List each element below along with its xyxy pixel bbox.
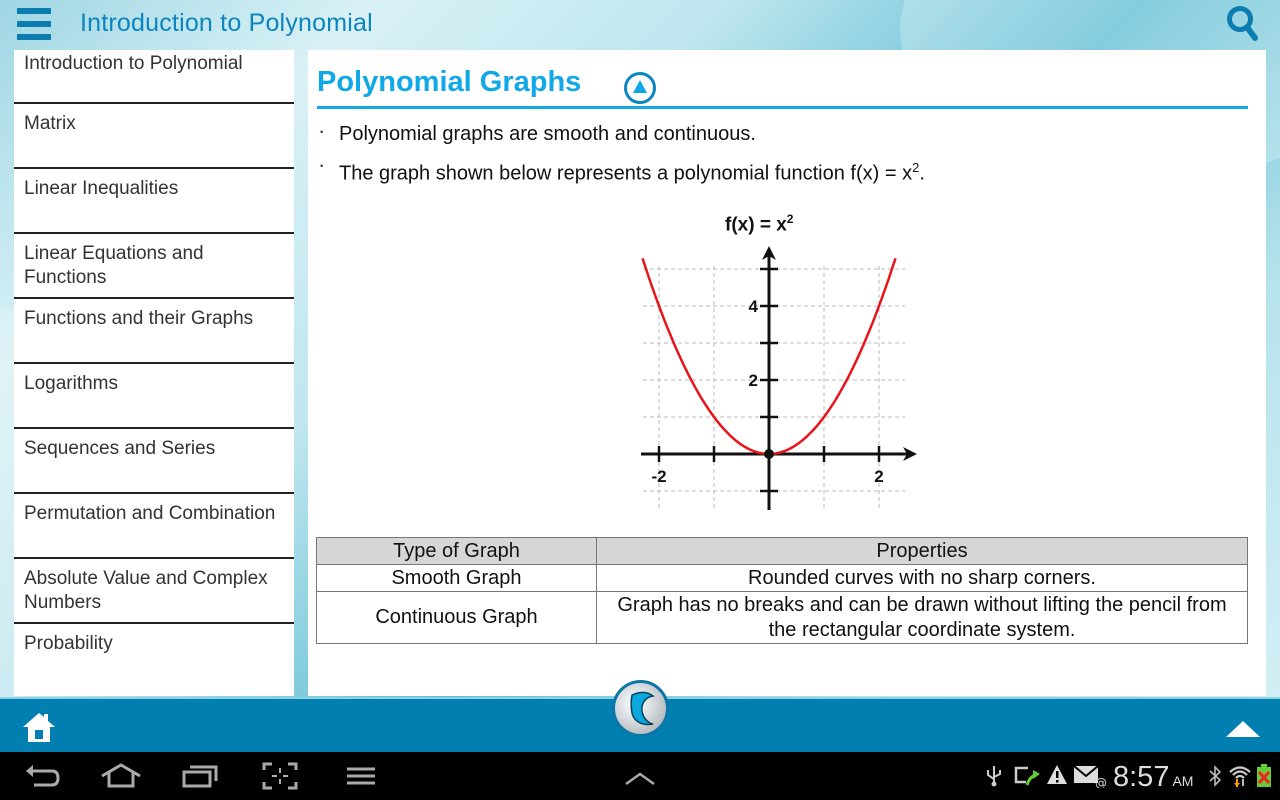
page-title: Introduction to Polynomial [80, 9, 373, 37]
home-icon[interactable] [21, 711, 57, 743]
table-cell-properties: Rounded curves with no sharp corners. [596, 564, 1248, 592]
expand-up-icon[interactable] [622, 762, 662, 792]
clock: 8:57 AM [1113, 761, 1193, 794]
x-tick-label: -2 [651, 467, 666, 486]
wifi-icon [1228, 764, 1252, 793]
warning-icon [1046, 764, 1068, 791]
polynomial-graph: f(x) = x2 -2 2 2 4 [633, 210, 933, 520]
table-row: Smooth Graph Rounded curves with no shar… [316, 564, 1248, 592]
sidebar-item-matrix[interactable]: Matrix [14, 104, 294, 169]
email-icon: @ [1073, 764, 1107, 793]
app-logo-icon[interactable] [612, 680, 669, 737]
sidebar-item-probability[interactable]: Probability [14, 624, 294, 689]
sync-icon [1014, 764, 1040, 793]
bottom-app-bar [0, 680, 1280, 752]
table-header-properties: Properties [596, 537, 1248, 565]
table-header-type: Type of Graph [316, 537, 597, 565]
battery-icon [1256, 764, 1272, 793]
bullet-tail: . [919, 162, 925, 185]
clock-ampm: AM [1172, 773, 1194, 789]
graph-title: f(x) = x2 [725, 212, 793, 236]
collapse-up-icon[interactable] [624, 72, 656, 104]
table-cell-type: Continuous Graph [316, 591, 597, 644]
recent-apps-icon[interactable] [182, 762, 222, 792]
title-divider [317, 106, 1248, 109]
usb-icon [985, 764, 1003, 793]
sidebar-item-functions-and-their-graphs[interactable]: Functions and their Graphs [14, 299, 294, 364]
clock-time: 8:57 [1113, 761, 1170, 793]
content-panel: Polynomial Graphs Polynomial graphs are … [308, 50, 1266, 696]
table-cell-type: Smooth Graph [316, 564, 597, 592]
sidebar-item-introduction-to-polynomial[interactable]: Introduction to Polynomial [14, 50, 294, 104]
app-header: Introduction to Polynomial [0, 0, 1280, 50]
bluetooth-icon [1208, 764, 1222, 793]
screenshot-icon[interactable] [262, 762, 302, 792]
section-title: Polynomial Graphs [317, 66, 582, 98]
graph-title-superscript: 2 [786, 212, 794, 226]
table-row: Continuous Graph Graph has no breaks and… [316, 591, 1248, 644]
sidebar-item-linear-inequalities[interactable]: Linear Inequalities [14, 169, 294, 234]
y-tick-label: 2 [749, 371, 758, 390]
y-tick-label: 4 [749, 297, 759, 316]
sidebar-topic-list: Introduction to Polynomial Matrix Linear… [14, 50, 294, 696]
bullet-text: The graph shown below represents a polyn… [339, 162, 913, 185]
bullet-text: Polynomial graphs are smooth and continu… [339, 123, 756, 145]
scroll-up-triangle-icon[interactable] [1226, 721, 1260, 737]
back-icon[interactable] [22, 762, 62, 792]
properties-table: Type of Graph Properties Smooth Graph Ro… [316, 537, 1248, 644]
svg-text:@: @ [1095, 776, 1107, 788]
x-tick-label: 2 [874, 467, 883, 486]
sidebar-item-logarithms[interactable]: Logarithms [14, 364, 294, 429]
graph-title-text: f(x) = x [725, 214, 787, 236]
vertex-point [764, 449, 774, 459]
hamburger-menu-icon[interactable] [17, 8, 51, 40]
graph-canvas: -2 2 2 4 [641, 246, 917, 510]
table-cell-properties: Graph has no breaks and can be drawn wit… [596, 591, 1248, 644]
home-outline-icon[interactable] [100, 762, 141, 792]
sidebar-item-sequences-and-series[interactable]: Sequences and Series [14, 429, 294, 494]
bullet-list: Polynomial graphs are smooth and continu… [318, 114, 1248, 191]
bullet-item: Polynomial graphs are smooth and continu… [318, 114, 1248, 151]
search-icon[interactable] [1226, 5, 1260, 43]
sidebar-item-absolute-value-and-complex-numbers[interactable]: Absolute Value and Complex Numbers [14, 559, 294, 624]
bullet-item: The graph shown below represents a polyn… [318, 148, 1248, 191]
system-navigation-bar: @ 8:57 AM [0, 752, 1280, 800]
table-header-row: Type of Graph Properties [316, 537, 1248, 565]
sidebar-item-permutation-and-combination[interactable]: Permutation and Combination [14, 494, 294, 559]
sidebar-item-linear-equations-and-functions[interactable]: Linear Equations and Functions [14, 234, 294, 299]
menu-icon[interactable] [345, 762, 385, 792]
